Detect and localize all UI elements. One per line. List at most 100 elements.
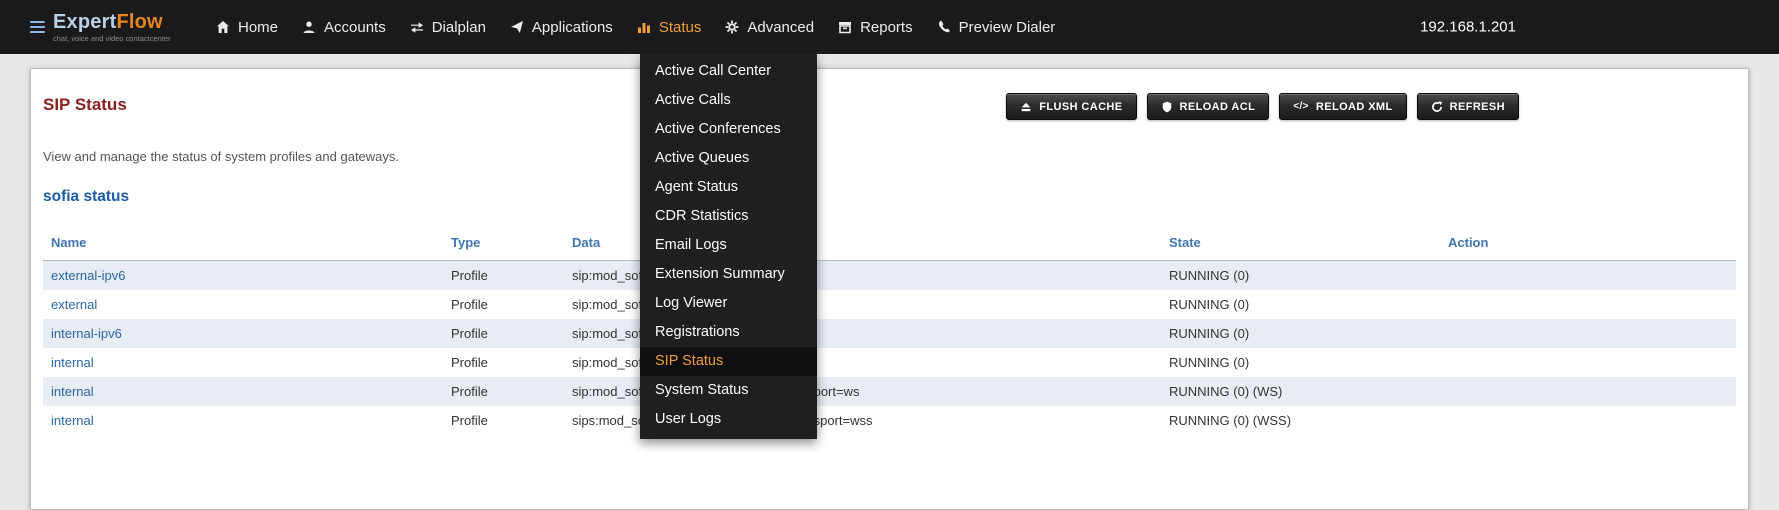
menu-item-cdr-statistics[interactable]: CDR Statistics — [640, 202, 817, 231]
accounts-icon — [302, 20, 316, 34]
nav-item-label: Applications — [532, 19, 613, 36]
nav-item-home[interactable]: Home — [204, 0, 290, 54]
logo-expert: Expert — [53, 11, 116, 33]
top-navbar: ExpertFlow chat, voice and video contact… — [0, 0, 1779, 54]
nav-item-dialplan[interactable]: Dialplan — [398, 0, 498, 54]
state-cell: RUNNING (0) — [1161, 348, 1440, 377]
action-cell — [1440, 406, 1736, 435]
action-cell — [1440, 319, 1736, 348]
type-cell: Profile — [443, 261, 564, 291]
nav-menu: Home Accounts Dialplan Applications Stat… — [204, 0, 1067, 54]
nav-item-label: Preview Dialer — [959, 19, 1056, 36]
state-cell: RUNNING (0) — [1161, 290, 1440, 319]
refresh-icon — [1431, 101, 1443, 113]
applications-icon — [510, 20, 524, 34]
nav-item-label: Home — [238, 19, 278, 36]
nav-item-label: Advanced — [747, 19, 814, 36]
content-card: SIP Status FLUSH CACHE RELOAD ACL </> RE… — [30, 68, 1749, 510]
nav-item-label: Status — [659, 19, 702, 36]
section-title: sofia status — [43, 188, 129, 206]
type-cell: Profile — [443, 348, 564, 377]
sofia-status-table: Name Type Data State Action external-ipv… — [43, 224, 1736, 435]
table-row: internal Profile sip:mod_sofia@192.168.1… — [43, 377, 1736, 406]
column-header-name[interactable]: Name — [43, 224, 443, 261]
column-header-type[interactable]: Type — [443, 224, 564, 261]
menu-item-extension-summary[interactable]: Extension Summary — [640, 260, 817, 289]
table-row: external-ipv6 Profile sip:mod_sofia@[::1… — [43, 261, 1736, 291]
nav-item-accounts[interactable]: Accounts — [290, 0, 398, 54]
home-icon — [216, 20, 230, 34]
reports-icon — [838, 20, 852, 34]
button-label: RELOAD ACL — [1180, 101, 1256, 113]
menu-item-log-viewer[interactable]: Log Viewer — [640, 289, 817, 318]
table-row: internal Profile sips:mod_sofia@192.168.… — [43, 406, 1736, 435]
nav-item-reports[interactable]: Reports — [826, 0, 925, 54]
profile-link[interactable]: internal — [51, 355, 94, 370]
menu-item-active-calls[interactable]: Active Calls — [640, 86, 817, 115]
logo-flow: Flow — [116, 11, 162, 33]
reload-xml-button[interactable]: </> RELOAD XML — [1279, 93, 1406, 120]
type-cell: Profile — [443, 377, 564, 406]
type-cell: Profile — [443, 406, 564, 435]
server-ip: 192.168.1.201 — [1420, 19, 1516, 36]
menu-item-system-status[interactable]: System Status — [640, 376, 817, 405]
nav-item-label: Accounts — [324, 19, 386, 36]
menu-item-agent-status[interactable]: Agent Status — [640, 173, 817, 202]
logo[interactable]: ExpertFlow chat, voice and video contact… — [30, 12, 180, 43]
button-label: REFRESH — [1450, 101, 1505, 113]
type-cell: Profile — [443, 319, 564, 348]
logo-tagline: chat, voice and video contactcenter — [53, 34, 171, 43]
state-cell: RUNNING (0) (WS) — [1161, 377, 1440, 406]
profile-link[interactable]: external-ipv6 — [51, 268, 125, 283]
action-cell — [1440, 261, 1736, 291]
preview-dialer-icon — [937, 20, 951, 34]
nav-item-status[interactable]: Status — [625, 0, 714, 54]
profile-link[interactable]: external — [51, 297, 97, 312]
profile-link[interactable]: internal-ipv6 — [51, 326, 122, 341]
nav-item-label: Reports — [860, 19, 913, 36]
table-row: external Profile sip:mod_sofia@192.168.1… — [43, 290, 1736, 319]
table-header-row: Name Type Data State Action — [43, 224, 1736, 261]
action-cell — [1440, 377, 1736, 406]
menu-item-sip-status[interactable]: SIP Status — [640, 347, 817, 376]
menu-item-active-conferences[interactable]: Active Conferences — [640, 115, 817, 144]
type-cell: Profile — [443, 290, 564, 319]
state-cell: RUNNING (0) — [1161, 261, 1440, 291]
action-cell — [1440, 290, 1736, 319]
flush-cache-button[interactable]: FLUSH CACHE — [1006, 93, 1136, 120]
dialplan-icon — [410, 20, 424, 34]
state-cell: RUNNING (0) — [1161, 319, 1440, 348]
page-description: View and manage the status of system pro… — [43, 149, 399, 164]
column-header-state[interactable]: State — [1161, 224, 1440, 261]
shield-icon — [1161, 101, 1173, 113]
reload-acl-button[interactable]: RELOAD ACL — [1147, 93, 1270, 120]
refresh-button[interactable]: REFRESH — [1417, 93, 1519, 120]
logo-list-icon — [30, 21, 45, 34]
menu-item-user-logs[interactable]: User Logs — [640, 405, 817, 434]
button-label: FLUSH CACHE — [1039, 101, 1122, 113]
menu-item-active-call-center[interactable]: Active Call Center — [640, 57, 817, 86]
page-title: SIP Status — [43, 95, 127, 115]
menu-item-registrations[interactable]: Registrations — [640, 318, 817, 347]
nav-item-advanced[interactable]: Advanced — [713, 0, 826, 54]
action-cell — [1440, 348, 1736, 377]
profile-link[interactable]: internal — [51, 413, 94, 428]
status-icon — [637, 20, 651, 34]
menu-item-email-logs[interactable]: Email Logs — [640, 231, 817, 260]
button-label: RELOAD XML — [1316, 101, 1393, 113]
logo-text: ExpertFlow — [53, 12, 171, 32]
nav-item-preview-dialer[interactable]: Preview Dialer — [925, 0, 1068, 54]
table-row: internal Profile sip:mod_sofia@192.168.1… — [43, 348, 1736, 377]
toolbar: FLUSH CACHE RELOAD ACL </> RELOAD XML RE… — [1006, 93, 1519, 120]
status-dropdown: Active Call Center Active Calls Active C… — [640, 54, 817, 439]
profile-link[interactable]: internal — [51, 384, 94, 399]
table-row: internal-ipv6 Profile sip:mod_sofia@[::1… — [43, 319, 1736, 348]
menu-item-active-queues[interactable]: Active Queues — [640, 144, 817, 173]
code-icon: </> — [1293, 102, 1309, 112]
column-header-action[interactable]: Action — [1440, 224, 1736, 261]
nav-item-label: Dialplan — [432, 19, 486, 36]
nav-item-applications[interactable]: Applications — [498, 0, 625, 54]
flush-cache-icon — [1020, 101, 1032, 113]
advanced-icon — [725, 20, 739, 34]
state-cell: RUNNING (0) (WSS) — [1161, 406, 1440, 435]
